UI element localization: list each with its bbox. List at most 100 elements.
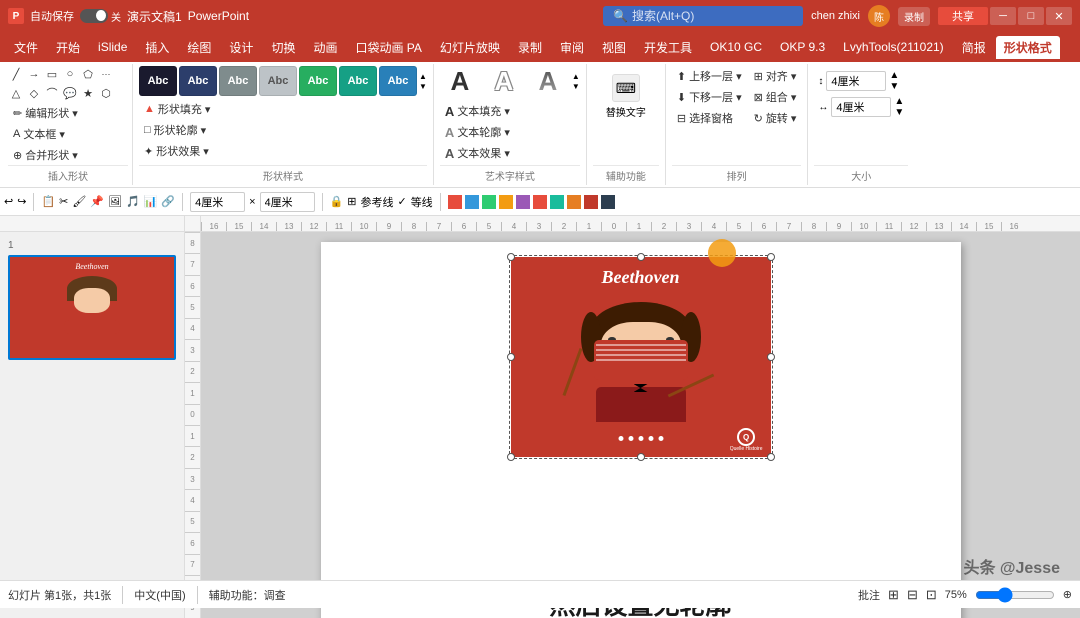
eq-icon[interactable]: 等线 (411, 194, 433, 210)
handle-bl[interactable] (507, 453, 515, 461)
art-style-plain[interactable]: A (440, 66, 480, 97)
redo-icon[interactable]: ↪ (17, 195, 26, 208)
canvas-area[interactable]: Beethoven (201, 232, 1080, 618)
handle-bc[interactable] (637, 453, 645, 461)
search-area[interactable]: 🔍 (603, 6, 803, 26)
swatch-blue[interactable]: Abc (179, 66, 217, 96)
close-button[interactable]: ✕ (1046, 7, 1072, 25)
minimize-button[interactable]: ─ (990, 7, 1016, 25)
menu-developer[interactable]: 开发工具 (636, 36, 700, 59)
curved-icon[interactable]: ⌒ (44, 85, 60, 101)
swatch-dark[interactable]: Abc (139, 66, 177, 96)
text-fill-dropdown[interactable]: ▾ (504, 105, 510, 118)
bring-front-btn[interactable]: ⬆ 上移一层 ▾ (672, 66, 747, 86)
triangle-icon[interactable]: △ (8, 85, 24, 101)
callout-icon[interactable]: 💬 (62, 85, 78, 101)
color-purple[interactable] (516, 195, 530, 209)
color-darkred[interactable] (584, 195, 598, 209)
color-blue[interactable] (465, 195, 479, 209)
shape-effect-dropdown[interactable]: ▾ (203, 145, 209, 158)
diamond-icon[interactable]: ◇ (26, 85, 42, 101)
star-icon[interactable]: ★ (80, 85, 96, 101)
quick-icon-8[interactable]: 🔗 (161, 195, 175, 208)
undo-icon[interactable]: ↩ (4, 195, 13, 208)
comment-btn[interactable]: 批注 (858, 587, 880, 603)
height-input[interactable] (826, 71, 886, 91)
swatch-green[interactable]: Abc (299, 66, 337, 96)
shape-fill-dropdown[interactable]: ▾ (205, 103, 211, 116)
art-style-scroll[interactable]: ▲ ▼ (572, 72, 580, 91)
menu-islide[interactable]: iSlide (90, 37, 135, 57)
circle-icon[interactable]: ○ (62, 66, 78, 82)
group-dropdown[interactable]: ▾ (791, 91, 797, 104)
shape-fill-btn[interactable]: ▲ 形状填充 ▾ (139, 99, 427, 119)
handle-ml[interactable] (507, 353, 515, 361)
text-outline-btn[interactable]: A 文本轮廓 ▾ (440, 122, 580, 142)
menu-review[interactable]: 审阅 (552, 36, 592, 59)
width-input[interactable] (831, 97, 891, 117)
edit-shape-btn[interactable]: ✏ 编辑形状 ▾ (8, 103, 128, 123)
menu-file[interactable]: 文件 (6, 36, 46, 59)
rect-icon[interactable]: ▭ (44, 66, 60, 82)
view-grid-icon[interactable]: ⊟ (907, 587, 918, 603)
width-stepper[interactable]: ▲▼ (894, 96, 904, 118)
handle-br[interactable] (767, 453, 775, 461)
quick-icon-2[interactable]: ✂ (59, 195, 68, 208)
color-dark[interactable] (601, 195, 615, 209)
menu-transition[interactable]: 切换 (263, 36, 303, 59)
menu-okp93[interactable]: OKP 9.3 (772, 37, 833, 57)
lock-icon[interactable]: 🔒 (330, 195, 344, 208)
send-back-dropdown[interactable]: ▾ (736, 91, 742, 104)
flow-icon[interactable]: ⬡ (98, 85, 114, 101)
zoom-fit-icon[interactable]: ⊕ (1063, 588, 1072, 601)
quick-icon-4[interactable]: 📌 (90, 195, 104, 208)
arrow-icon[interactable]: → (26, 66, 42, 82)
color-orange[interactable] (567, 195, 581, 209)
text-fill-btn[interactable]: A 文本填充 ▾ (440, 101, 580, 121)
text-effect-dropdown[interactable]: ▾ (504, 147, 510, 160)
height-stepper[interactable]: ▲▼ (889, 70, 899, 92)
menu-ok10gc[interactable]: OK10 GC (702, 37, 770, 57)
menu-jianbao[interactable]: 简报 (954, 36, 994, 59)
menu-insert[interactable]: 插入 (137, 36, 177, 59)
rotate-dropdown[interactable]: ▾ (791, 112, 797, 125)
grid-icon[interactable]: ⊞ (347, 195, 356, 208)
menu-record[interactable]: 录制 (510, 36, 550, 59)
color-green[interactable] (482, 195, 496, 209)
zoom-slider[interactable] (975, 587, 1055, 603)
text-outline-dropdown[interactable]: ▾ (504, 126, 510, 139)
rotate-btn[interactable]: ↻ 旋转 ▾ (749, 108, 802, 128)
menu-view[interactable]: 视图 (594, 36, 634, 59)
autosave-toggle[interactable]: 关 (80, 9, 121, 24)
quick-icon-1[interactable]: 📋 (41, 195, 55, 208)
view-normal-icon[interactable]: ⊞ (888, 587, 899, 603)
text-box-btn[interactable]: A 文本框 ▾ (8, 124, 128, 144)
quick-icon-3[interactable]: 🖌 (72, 195, 86, 208)
menu-design[interactable]: 设计 (221, 36, 261, 59)
menu-animation[interactable]: 动画 (305, 36, 345, 59)
shape-outline-btn[interactable]: □ 形状轮廓 ▾ (139, 120, 427, 140)
menu-home[interactable]: 开始 (48, 36, 88, 59)
color-red[interactable] (448, 195, 462, 209)
swatch-blue2[interactable]: Abc (379, 66, 417, 96)
shape-outline-dropdown[interactable]: ▾ (201, 124, 207, 137)
shape-effect-btn[interactable]: ✦ 形状效果 ▾ (139, 141, 427, 161)
menu-shape-format[interactable]: 形状格式 (996, 36, 1060, 59)
menu-pocket-anim[interactable]: 口袋动画 PA (347, 36, 429, 59)
restore-button[interactable]: □ (1018, 7, 1044, 25)
width-toolbar-input[interactable] (190, 192, 245, 212)
recording-btn[interactable]: 录制 (898, 7, 930, 26)
text-box-dropdown[interactable]: ▾ (59, 128, 65, 141)
guide-label[interactable]: 参考线 (360, 194, 393, 210)
handle-tr[interactable] (767, 253, 775, 261)
select-pane-btn[interactable]: ⊟ 选择窗格 (672, 108, 747, 128)
view-reader-icon[interactable]: ⊡ (926, 587, 937, 603)
menu-slideshow[interactable]: 幻灯片放映 (432, 36, 508, 59)
color-yellow[interactable] (499, 195, 513, 209)
quick-icon-5[interactable]: 🖼 (108, 195, 122, 208)
height-toolbar-input[interactable] (260, 192, 315, 212)
handle-tl[interactable] (507, 253, 515, 261)
swatch-scroll[interactable]: ▲ ▼ (419, 66, 427, 96)
swatch-gray2[interactable]: Abc (259, 66, 297, 96)
search-input[interactable] (632, 9, 782, 23)
